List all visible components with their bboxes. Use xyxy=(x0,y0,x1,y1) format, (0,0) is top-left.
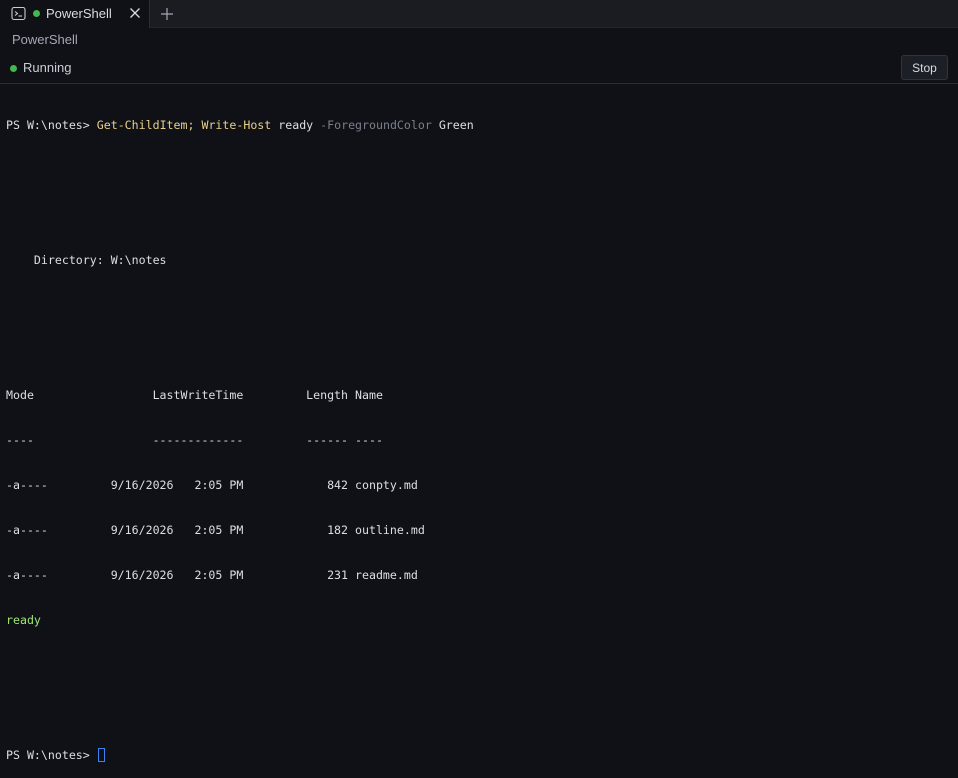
table-row: -a---- 9/16/2026 2:05 PM 182 outline.md xyxy=(6,523,425,537)
command-write-host: Write-Host xyxy=(201,118,272,132)
command-line: PS W:\notes> Get-ChildItem; Write-Host r… xyxy=(6,118,952,133)
status-text: Running xyxy=(23,60,72,75)
tab-running-indicator xyxy=(33,10,40,17)
status-indicator xyxy=(10,65,17,72)
close-icon[interactable] xyxy=(127,5,143,21)
terminal-icon xyxy=(11,6,26,21)
command-get-childitem: Get-ChildItem; xyxy=(96,118,195,132)
final-prompt: PS W:\notes> xyxy=(6,748,97,762)
window-subtitle: PowerShell xyxy=(12,32,78,47)
table-row: -a---- 9/16/2026 2:05 PM 231 readme.md xyxy=(6,568,418,582)
command-arg-green: Green xyxy=(438,118,474,132)
terminal-output[interactable]: PS W:\notes> Get-ChildItem; Write-Host r… xyxy=(6,88,952,762)
cursor xyxy=(97,748,105,762)
prompt-line[interactable]: PS W:\notes> xyxy=(6,748,952,763)
ready-output: ready xyxy=(6,613,41,627)
table-row: -a---- 9/16/2026 2:05 PM 842 conpty.md xyxy=(6,478,418,492)
directory-line: Directory: W:\notes xyxy=(6,253,167,267)
tab-powershell[interactable]: PowerShell xyxy=(0,0,150,28)
tab-title: PowerShell xyxy=(46,6,112,21)
stop-button[interactable]: Stop xyxy=(901,55,948,80)
status-bar: Running Stop xyxy=(0,52,958,84)
command-arg-ready: ready xyxy=(278,118,314,132)
table-header: Mode LastWriteTime Length Name xyxy=(6,388,383,402)
prompt: PS W:\notes> xyxy=(6,118,97,132)
table-separator: ---- ------------- ------ ---- xyxy=(6,433,383,447)
tab-strip: PowerShell xyxy=(0,0,958,28)
new-tab-plus-icon[interactable] xyxy=(157,4,177,24)
command-param-foregroundcolor: -ForegroundColor xyxy=(320,118,432,132)
